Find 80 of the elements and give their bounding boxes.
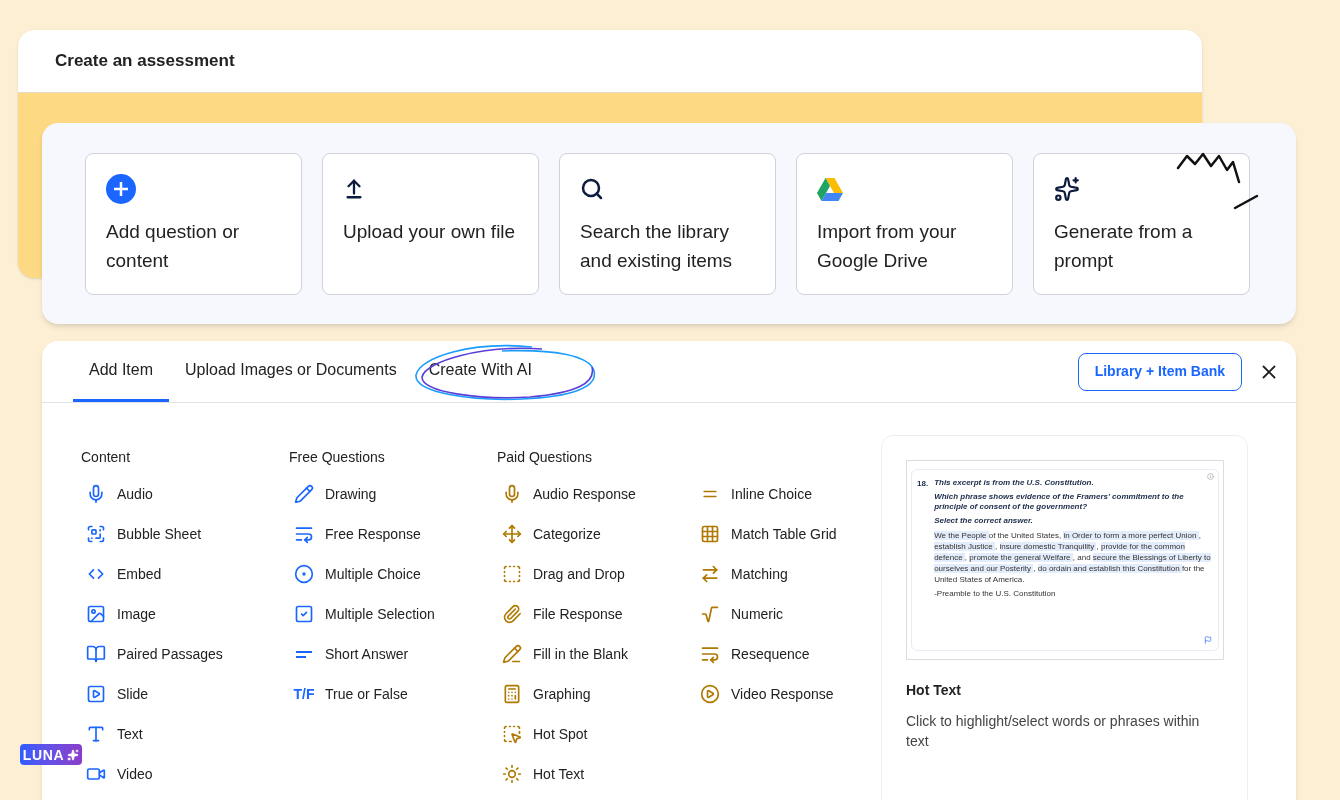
- paperclip-icon: [502, 604, 522, 624]
- radio-icon: [294, 564, 314, 584]
- short-lines-icon: [296, 650, 312, 658]
- sparkles-icon: [1054, 176, 1080, 202]
- tab[interactable]: Add Item: [73, 341, 170, 402]
- tab[interactable]: Upload Images or Documents: [169, 341, 413, 402]
- item-option[interactable]: Resequence: [695, 644, 881, 664]
- section-heading: Content: [81, 449, 131, 465]
- item-option[interactable]: Paired Passages: [81, 644, 289, 664]
- option-card[interactable]: Add question or content: [85, 153, 302, 295]
- swap-arrows-icon: [700, 564, 720, 584]
- icon-text: T/F: [293, 684, 315, 704]
- item-option[interactable]: File Response: [497, 604, 695, 624]
- item-option[interactable]: Multiple Selection: [289, 604, 497, 624]
- item-option[interactable]: Audio Response: [497, 484, 695, 504]
- item-option[interactable]: Graphing: [497, 684, 695, 704]
- scan-grid-icon: [86, 524, 106, 544]
- item-option[interactable]: Audio: [81, 484, 289, 504]
- option-card[interactable]: Generate from a prompt: [1033, 153, 1250, 295]
- play-square-icon: [86, 684, 106, 704]
- item-option[interactable]: Hot Text: [497, 764, 695, 784]
- item-option[interactable]: Matching: [695, 564, 881, 584]
- question-prompt: Select the correct answer.: [934, 516, 1034, 526]
- flag-icon: [1204, 636, 1212, 644]
- item-option[interactable]: Fill in the Blank: [497, 644, 695, 664]
- dashed-pointer-icon: [502, 724, 522, 744]
- table-grid-icon: [700, 524, 720, 544]
- preview-description: Click to highlight/select words or phrases within text: [906, 712, 1201, 751]
- item-option[interactable]: Numeric: [695, 604, 881, 624]
- item-option[interactable]: Drag and Drop: [497, 564, 695, 584]
- option-card[interactable]: Upload your own file: [322, 153, 539, 295]
- move-arrows-icon: [502, 524, 522, 544]
- item-option[interactable]: Text: [81, 724, 289, 744]
- section-heading: Paid Questions: [497, 449, 592, 465]
- item-option[interactable]: Free Response: [289, 524, 497, 544]
- item-option[interactable]: T/F True or False: [289, 684, 497, 704]
- tab[interactable]: Create With AI: [412, 341, 548, 402]
- item-option[interactable]: Bubble Sheet: [81, 524, 289, 544]
- item-option[interactable]: Inline Choice: [695, 484, 881, 504]
- item-option[interactable]: Match Table Grid: [695, 524, 881, 544]
- item-option[interactable]: Image: [81, 604, 289, 624]
- passage-text: We the People of the United States, in Order to form a more perfect Union , establish Justice , insure domestic Tranquility , provide for the common defence , promote the general Welfare , and secure the Blessings of Liberty to ourselves and our Posterity , do ordain and establish this Constitution for the United States of America.: [934, 530, 1212, 585]
- add-icon: [106, 174, 136, 204]
- play-circle-icon: [700, 684, 720, 704]
- item-option[interactable]: Categorize: [497, 524, 695, 544]
- microphone-icon: [502, 484, 522, 504]
- library-button[interactable]: Library + Item Bank: [1077, 352, 1242, 391]
- pencil-icon: [294, 484, 314, 504]
- section-heading: Free Questions: [289, 449, 385, 465]
- wrap-text-icon: [294, 524, 314, 544]
- question-prompt: This excerpt is from the U.S. Constitution.: [934, 478, 1095, 488]
- item-option[interactable]: Multiple Choice: [289, 564, 497, 584]
- window-title: Create an assessment: [55, 50, 235, 73]
- item-option[interactable]: Hot Spot: [497, 724, 695, 744]
- text-icon: [86, 724, 106, 744]
- option-card[interactable]: Search the library and existing items: [559, 153, 776, 295]
- item-option[interactable]: Short Answer: [289, 644, 497, 664]
- info-icon: [1207, 473, 1214, 480]
- drive-icon: [817, 177, 843, 201]
- sparkles-icon: [67, 748, 80, 761]
- microphone-icon: [86, 484, 106, 504]
- dashed-square-icon: [502, 564, 522, 584]
- pencil-line-icon: [502, 644, 522, 664]
- square-root-icon: [700, 604, 720, 624]
- book-icon: [86, 644, 106, 664]
- item-option[interactable]: Embed: [81, 564, 289, 584]
- passage-source: -Preamble to the U.S. Constitution: [934, 589, 1057, 599]
- checkbox-icon: [294, 604, 314, 624]
- image-icon: [86, 604, 106, 624]
- item-option[interactable]: Video Response: [695, 684, 881, 704]
- question-number: 18.: [917, 478, 929, 490]
- question-prompt: Which phrase shows evidence of the Framers' commitment to the principle of consent of the government?: [934, 492, 1185, 512]
- search-icon: [580, 177, 604, 201]
- item-option[interactable]: Video: [81, 764, 289, 784]
- item-option[interactable]: Drawing: [289, 484, 497, 504]
- luna-badge: LUNA: [20, 744, 82, 765]
- preview-title: Hot Text: [906, 681, 962, 700]
- item-option[interactable]: Slide: [81, 684, 289, 704]
- wrap-text-icon: [700, 644, 720, 664]
- option-card[interactable]: Import from your Google Drive: [796, 153, 1013, 295]
